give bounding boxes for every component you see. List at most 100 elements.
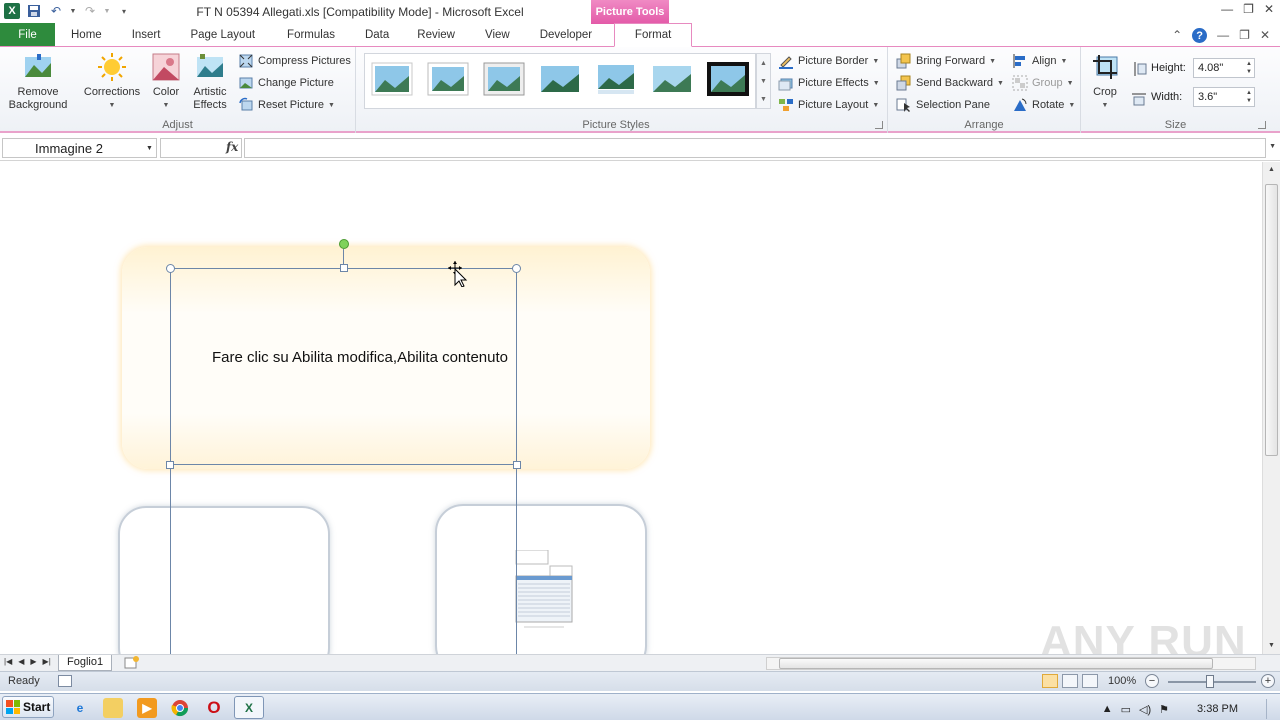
tab-review[interactable]: Review <box>403 24 469 46</box>
next-sheet-icon[interactable]: ▶ <box>30 657 36 666</box>
remove-background-button[interactable]: Remove Background <box>4 51 72 112</box>
width-spinner-icon[interactable]: ▲ ▼ <box>1246 89 1252 105</box>
vertical-scrollbar[interactable]: ▲ ▼ <box>1262 162 1280 654</box>
rotate-button[interactable]: Rotate ▼ <box>1012 96 1075 114</box>
selection-pane-button[interactable]: Selection Pane <box>896 96 990 114</box>
tab-developer[interactable]: Developer <box>526 24 606 46</box>
name-box-dropdown-icon[interactable]: ▼ <box>146 145 153 152</box>
sheet-tab-foglio1[interactable]: Foglio1 <box>58 655 113 671</box>
excel-taskbar-icon[interactable]: X <box>234 696 264 719</box>
last-sheet-icon[interactable]: ▶| <box>43 657 51 666</box>
zoom-in-icon[interactable]: + <box>1261 674 1275 688</box>
vertical-scroll-thumb[interactable] <box>1265 184 1278 456</box>
expand-formula-bar-icon[interactable]: ▼ <box>1269 143 1276 150</box>
workbook-close-icon[interactable]: ✕ <box>1260 28 1270 43</box>
minimize-icon[interactable]: — <box>1221 2 1233 16</box>
card-shape-left[interactable] <box>118 506 330 654</box>
picture-style-7[interactable] <box>707 62 749 96</box>
zoom-level[interactable]: 100% <box>1108 675 1136 687</box>
action-center-flag-icon[interactable]: ⚑ <box>1159 703 1169 716</box>
scroll-up-icon[interactable]: ▲ <box>1268 166 1275 173</box>
document-thumbnail[interactable] <box>514 550 574 632</box>
normal-view-button[interactable] <box>1042 674 1058 688</box>
start-button[interactable]: Start <box>2 696 54 718</box>
tab-data[interactable]: Data <box>351 24 403 46</box>
color-button[interactable]: Color ▼ <box>146 51 186 112</box>
internet-explorer-icon[interactable]: e <box>70 698 90 718</box>
picture-styles-launcher-icon[interactable] <box>875 121 883 129</box>
align-button[interactable]: Align ▼ <box>1012 52 1067 70</box>
page-break-view-button[interactable] <box>1082 674 1098 688</box>
bring-forward-button[interactable]: Bring Forward ▼ <box>896 52 996 70</box>
zoom-out-icon[interactable]: − <box>1145 674 1159 688</box>
resize-handle-top[interactable] <box>340 264 348 272</box>
gallery-up-icon[interactable]: ▲ <box>760 60 767 67</box>
zoom-slider-thumb[interactable] <box>1206 675 1214 688</box>
picture-style-4[interactable] <box>539 62 581 96</box>
close-icon[interactable]: ✕ <box>1264 2 1274 16</box>
insert-function-icon[interactable]: fx <box>226 140 238 154</box>
name-box[interactable]: Immagine 2 <box>2 138 157 158</box>
network-icon[interactable]: ▭ <box>1121 703 1131 716</box>
color-dropdown-icon: ▼ <box>162 102 170 109</box>
insert-worksheet-icon[interactable] <box>124 656 140 669</box>
picture-selection-frame[interactable] <box>170 268 517 465</box>
formula-input[interactable] <box>244 138 1266 158</box>
resize-handle-left[interactable] <box>166 461 174 469</box>
reset-picture-button[interactable]: Reset Picture ▼ <box>238 96 335 114</box>
first-sheet-icon[interactable]: |◀ <box>4 657 12 666</box>
picture-effects-button[interactable]: Picture Effects ▼ <box>778 74 880 92</box>
artistic-effects-button[interactable]: Artistic Effects <box>186 51 234 112</box>
show-desktop-button[interactable] <box>1266 699 1276 719</box>
resize-handle-top-right[interactable] <box>512 264 521 273</box>
group-button[interactable]: Group ▼ <box>1012 74 1074 92</box>
tray-expand-icon[interactable]: ▲ <box>1102 703 1113 715</box>
opera-icon[interactable]: O <box>204 698 224 718</box>
tab-formulas[interactable]: Formulas <box>271 24 351 46</box>
resize-handle-right[interactable] <box>513 461 521 469</box>
tab-format[interactable]: Format <box>614 23 693 47</box>
media-player-icon[interactable]: ▶ <box>137 698 157 718</box>
scroll-down-icon[interactable]: ▼ <box>1268 642 1275 649</box>
resize-handle-top-left[interactable] <box>166 264 175 273</box>
size-launcher-icon[interactable] <box>1258 121 1266 129</box>
restore-icon[interactable]: ❐ <box>1243 2 1254 16</box>
change-picture-button[interactable]: Change Picture <box>238 74 334 92</box>
horizontal-scrollbar[interactable] <box>766 657 1256 670</box>
volume-icon[interactable]: ◁) <box>1139 703 1151 716</box>
tab-home[interactable]: Home <box>55 24 118 46</box>
tab-insert[interactable]: Insert <box>118 24 175 46</box>
picture-border-button[interactable]: Picture Border ▼ <box>778 52 879 70</box>
picture-style-2[interactable] <box>427 62 469 96</box>
tab-page-layout[interactable]: Page Layout <box>174 24 271 46</box>
prev-sheet-icon[interactable]: ◀ <box>18 657 24 666</box>
chrome-icon[interactable] <box>170 698 190 718</box>
height-spinner-icon[interactable]: ▲ ▼ <box>1246 60 1252 76</box>
send-backward-button[interactable]: Send Backward ▼ <box>896 74 1004 92</box>
picture-layout-button[interactable]: Picture Layout ▼ <box>778 96 879 114</box>
gallery-down-icon[interactable]: ▼ <box>760 78 767 85</box>
file-explorer-icon[interactable] <box>103 698 123 718</box>
tab-file[interactable]: File <box>0 23 55 46</box>
picture-style-1[interactable] <box>371 62 413 96</box>
workbook-minimize-icon[interactable]: — <box>1217 28 1229 43</box>
worksheet-area[interactable]: Fare clic su Abilita modifica,Abilita co… <box>0 162 1262 654</box>
crop-button[interactable]: Crop ▼ <box>1087 51 1123 112</box>
tab-view[interactable]: View <box>469 24 526 46</box>
macro-record-icon[interactable] <box>58 675 72 687</box>
picture-style-6[interactable] <box>651 62 693 96</box>
compress-pictures-button[interactable]: Compress Pictures <box>238 52 351 70</box>
picture-style-3[interactable] <box>483 62 525 96</box>
width-input[interactable]: 3.6" ▲ ▼ <box>1193 87 1255 107</box>
help-icon[interactable]: ? <box>1192 28 1208 43</box>
picture-style-5[interactable] <box>595 62 637 96</box>
horizontal-scroll-thumb[interactable] <box>779 658 1213 669</box>
height-input[interactable]: 4.08" ▲ ▼ <box>1193 58 1255 78</box>
minimize-ribbon-icon[interactable]: ⌃ <box>1172 28 1182 43</box>
clock[interactable]: 3:38 PM <box>1197 703 1238 715</box>
rotate-handle[interactable] <box>339 239 349 249</box>
corrections-button[interactable]: Corrections ▼ <box>80 51 144 112</box>
page-layout-view-button[interactable] <box>1062 674 1078 688</box>
gallery-more-icon[interactable]: ▼ <box>760 96 767 103</box>
workbook-restore-icon[interactable]: ❐ <box>1239 28 1250 43</box>
